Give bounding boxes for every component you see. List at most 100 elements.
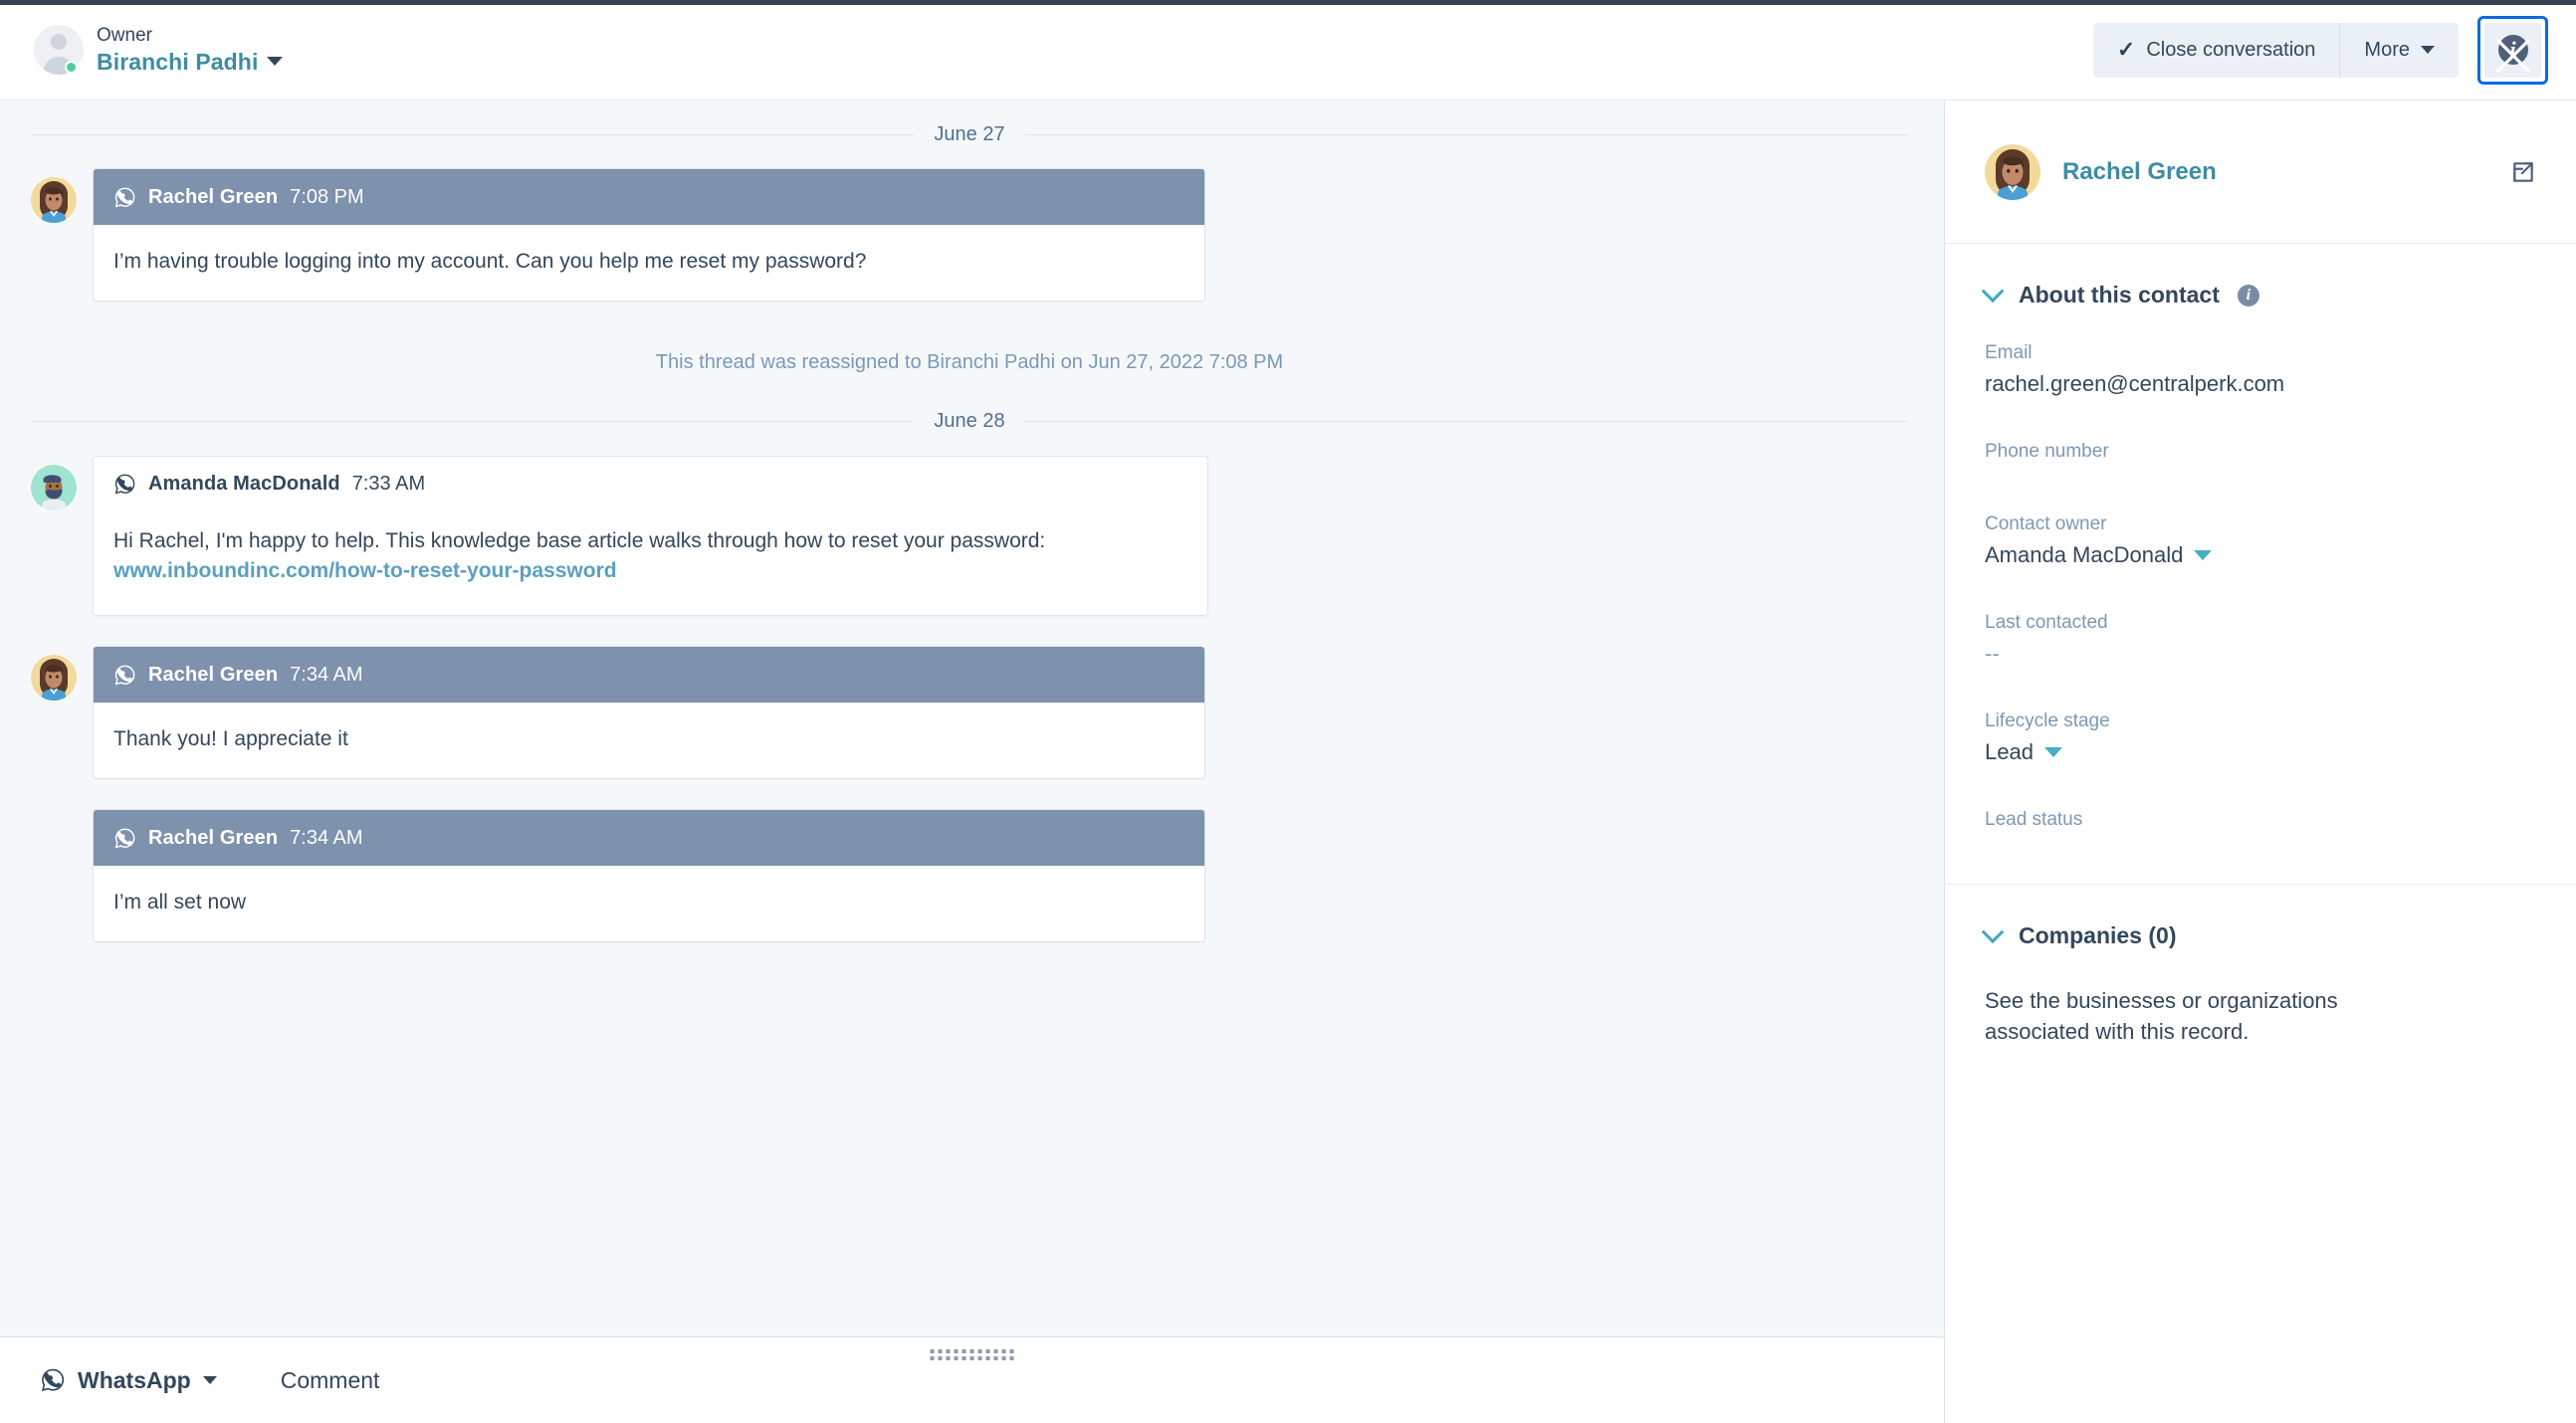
toggle-contact-sidebar-button[interactable]: i xyxy=(2484,22,2541,78)
message-header: Rachel Green 7:08 PM xyxy=(94,169,1204,225)
main-body: June 27 Rachel Green 7:08 PM I’m having … xyxy=(0,101,2576,1423)
message-header: Rachel Green 7:34 AM xyxy=(94,810,1204,867)
resize-handle[interactable] xyxy=(930,1349,1014,1360)
message-row: Amanda MacDonald 7:33 AM Hi Rachel, I'm … xyxy=(31,455,1908,617)
date-divider-june-28: June 28 xyxy=(31,388,1909,456)
message-text: Hi Rachel, I'm happy to help. This knowl… xyxy=(94,511,1207,616)
info-button-focus-ring: i xyxy=(2477,15,2548,85)
chevron-down-icon xyxy=(202,1376,217,1384)
message-time: 7:33 AM xyxy=(351,473,426,496)
property-label: Contact owner xyxy=(1985,513,2107,534)
property-label: Lead status xyxy=(1985,809,2083,830)
conversation-panel: June 27 Rachel Green 7:08 PM I’m having … xyxy=(0,101,1944,1423)
contact-sidebar: Rachel Green About this contact i Email … xyxy=(1944,101,2576,1423)
channel-label: WhatsApp xyxy=(78,1366,191,1393)
sidebar-contact-name[interactable]: Rachel Green xyxy=(2062,158,2488,186)
chevron-down-icon[interactable] xyxy=(267,57,284,67)
companies-description: See the businesses or organizations asso… xyxy=(1985,988,2338,1045)
external-link-icon[interactable] xyxy=(2510,159,2536,185)
whatsapp-icon xyxy=(114,187,135,207)
message-time: 7:08 PM xyxy=(290,185,364,208)
message-time: 7:34 AM xyxy=(290,663,363,686)
check-icon: ✓ xyxy=(2116,37,2136,62)
property-value-row[interactable]: Lead xyxy=(1985,739,2536,765)
close-conversation-button[interactable]: ✓ Close conversation xyxy=(2092,22,2340,78)
property-label: Last contacted xyxy=(1985,612,2108,633)
message-text: Thank you! I appreciate it xyxy=(94,703,1204,779)
property-lifecycle-stage: Lifecycle stage Lead xyxy=(1945,711,2576,765)
date-divider-label: June 28 xyxy=(934,410,1005,433)
more-label: More xyxy=(2364,39,2410,61)
conversation-owner-selector[interactable]: Owner Biranchi Padhi xyxy=(34,24,284,76)
property-value: Lead xyxy=(1985,739,2034,764)
date-divider-june-27: June 27 xyxy=(31,101,1909,168)
chevron-down-icon[interactable] xyxy=(2043,747,2062,757)
property-value: Amanda MacDonald xyxy=(1985,542,2184,567)
property-value-row[interactable]: Amanda MacDonald xyxy=(1985,542,2536,568)
property-contact-owner: Contact owner Amanda MacDonald xyxy=(1945,513,2576,568)
conversation-action-group: ✓ Close conversation More xyxy=(2092,22,2459,78)
property-last-contacted: Last contacted -- xyxy=(1945,612,2576,667)
channel-selector-whatsapp[interactable]: WhatsApp xyxy=(40,1367,217,1394)
top-toolbar: Owner Biranchi Padhi ✓ Close conversatio… xyxy=(0,0,2576,101)
message-bubble: Rachel Green 7:08 PM I’m having trouble … xyxy=(93,168,1205,302)
companies-section-title: Companies (0) xyxy=(2019,922,2177,948)
message-header: Amanda MacDonald 7:33 AM xyxy=(94,456,1207,512)
message-sender: Rachel Green xyxy=(148,185,279,208)
about-this-contact-section: About this contact i xyxy=(1945,244,2576,308)
owner-name[interactable]: Biranchi Padhi xyxy=(97,48,258,76)
info-circle-icon[interactable]: i xyxy=(2237,284,2259,306)
property-label: Lifecycle stage xyxy=(1985,711,2110,731)
toolbar-actions: ✓ Close conversation More i xyxy=(2092,15,2548,85)
property-phone-number: Phone number xyxy=(1945,441,2576,470)
message-text-prefix: Hi Rachel, I'm happy to help. This knowl… xyxy=(113,528,1046,552)
knowledge-base-link[interactable]: www.inboundinc.com/how-to-reset-your-pas… xyxy=(113,559,617,582)
message-bubble: Amanda MacDonald 7:33 AM Hi Rachel, I'm … xyxy=(93,455,1208,617)
more-button[interactable]: More xyxy=(2339,22,2459,78)
message-sender: Amanda MacDonald xyxy=(148,473,340,496)
conversation-inbox-app: Owner Biranchi Padhi ✓ Close conversatio… xyxy=(0,0,2576,1423)
property-label: Phone number xyxy=(1985,441,2109,462)
message-thread[interactable]: June 27 Rachel Green 7:08 PM I’m having … xyxy=(0,101,1944,1336)
comment-label: Comment xyxy=(280,1366,380,1393)
avatar xyxy=(31,464,77,510)
close-conversation-label: Close conversation xyxy=(2146,39,2316,61)
message-bubble: Rachel Green 7:34 AM I’m all set now xyxy=(93,809,1205,943)
message-row: Rachel Green 7:08 PM I’m having trouble … xyxy=(31,168,1908,302)
message-text: I’m having trouble logging into my accou… xyxy=(94,225,1204,301)
message-sender: Rachel Green xyxy=(148,826,279,849)
companies-section-header[interactable]: Companies (0) xyxy=(1981,919,2536,949)
property-email: Email rachel.green@centralperk.com xyxy=(1945,342,2576,397)
message-text: I’m all set now xyxy=(94,866,1204,942)
message-bubble: Rachel Green 7:34 AM Thank you! I apprec… xyxy=(93,646,1205,780)
chevron-down-icon[interactable] xyxy=(2194,550,2213,560)
about-section-header[interactable]: About this contact i xyxy=(1981,279,2536,308)
property-lead-status: Lead status xyxy=(1945,809,2576,838)
property-value[interactable]: -- xyxy=(1985,641,2536,667)
whatsapp-icon xyxy=(114,474,135,495)
owner-label: Owner xyxy=(97,25,152,47)
message-time: 7:34 AM xyxy=(290,826,363,849)
message-sender: Rachel Green xyxy=(148,663,279,686)
thread-reassignment-note: This thread was reassigned to Biranchi P… xyxy=(655,350,1284,373)
presence-online-indicator xyxy=(65,61,78,74)
message-row: Rachel Green 7:34 AM I’m all set now xyxy=(93,809,1908,943)
property-value[interactable]: rachel.green@centralperk.com xyxy=(1985,371,2536,397)
chevron-down-icon[interactable] xyxy=(1981,279,2005,303)
message-row: Rachel Green 7:34 AM Thank you! I apprec… xyxy=(31,646,1908,780)
whatsapp-icon xyxy=(114,665,135,686)
chevron-down-icon xyxy=(2421,46,2435,54)
avatar xyxy=(31,177,77,223)
compose-bar: WhatsApp Comment xyxy=(0,1336,1944,1423)
chevron-down-icon[interactable] xyxy=(1981,919,2005,943)
comment-tab[interactable]: Comment xyxy=(281,1367,380,1394)
sidebar-contact-header: Rachel Green xyxy=(1945,101,2576,244)
whatsapp-icon xyxy=(114,828,135,849)
property-label: Email xyxy=(1985,342,2033,363)
close-icon xyxy=(2496,38,2530,73)
about-section-title: About this contact xyxy=(2019,282,2220,307)
date-divider-label: June 27 xyxy=(934,122,1005,145)
avatar xyxy=(31,655,77,702)
companies-section: Companies (0) xyxy=(1945,885,2576,949)
avatar xyxy=(1985,144,2040,200)
